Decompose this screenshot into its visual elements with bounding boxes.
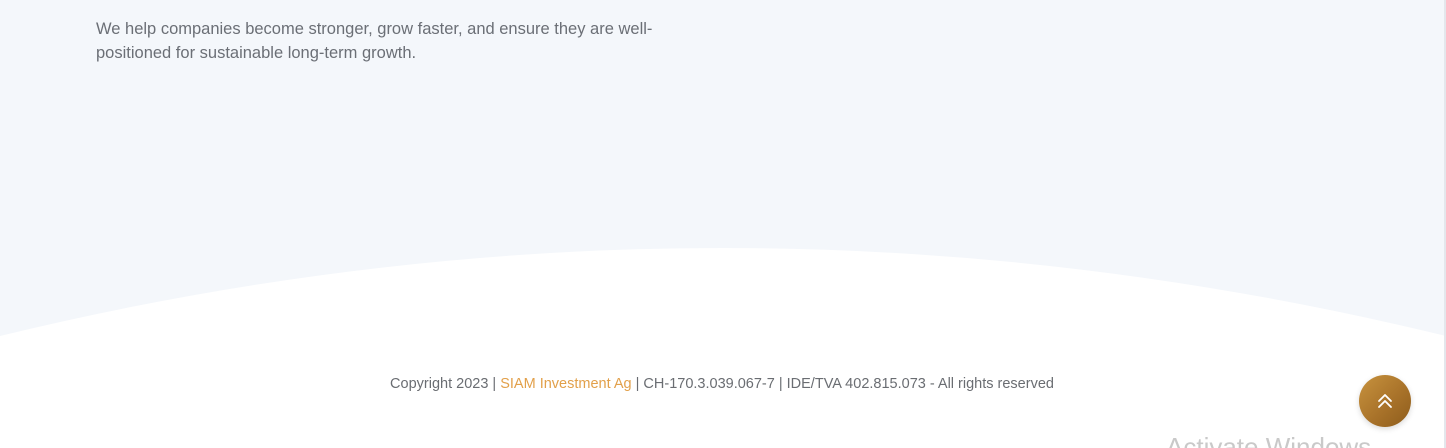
double-chevron-up-icon (1378, 394, 1392, 408)
copyright-line: Copyright 2023 | SIAM Investment Ag | CH… (0, 373, 1444, 395)
activate-windows-watermark: Activate Windows (1166, 432, 1372, 448)
company-link[interactable]: SIAM Investment Ag (500, 376, 631, 392)
scroll-to-top-button[interactable] (1359, 375, 1411, 427)
intro-text: We help companies become stronger, grow … (96, 20, 653, 62)
copyright-prefix: Copyright 2023 | (390, 376, 501, 392)
page: We help companies become stronger, grow … (0, 0, 1446, 448)
copyright-suffix: | CH-170.3.039.067-7 | IDE/TVA 402.815.0… (631, 376, 1054, 392)
